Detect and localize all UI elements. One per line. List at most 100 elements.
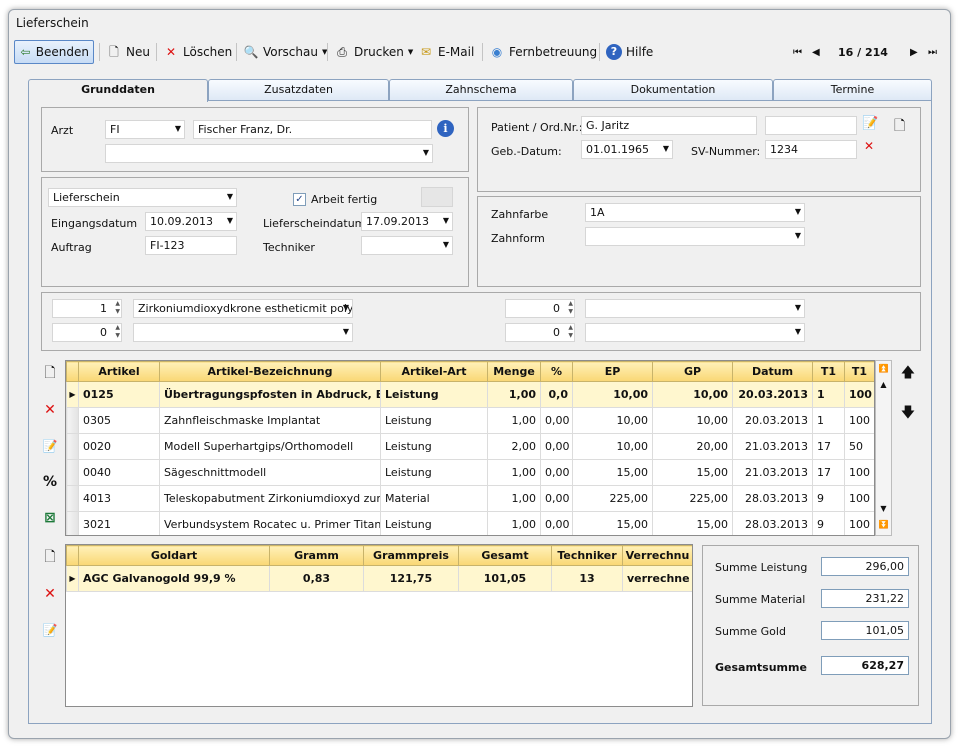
table-cell[interactable]: 28.03.2013	[732, 511, 813, 535]
zahnform-select[interactable]: ▼	[585, 227, 805, 246]
scroll-bottom-icon[interactable]: ⏬	[876, 517, 891, 533]
geb-datum-select[interactable]: 01.01.1965 ▼	[581, 140, 673, 159]
table-cell[interactable]: Sägeschnittmodell	[159, 459, 381, 486]
position-qty-stepper[interactable]: 0 ▲ ▼	[505, 299, 575, 318]
excel-export-button[interactable]: ⊠	[37, 505, 63, 531]
table-cell[interactable]: 100	[844, 459, 874, 486]
new-document-icon[interactable]: 🗋	[894, 115, 905, 139]
column-header[interactable]: %	[540, 361, 573, 382]
column-header[interactable]: Techniker	[551, 545, 623, 566]
patient-extra-field[interactable]	[765, 116, 857, 135]
row-header[interactable]	[66, 407, 79, 434]
position-item-select[interactable]: ▼	[585, 299, 805, 318]
percent-button[interactable]: %	[37, 469, 63, 495]
table-cell[interactable]: 9	[812, 511, 845, 535]
row-header[interactable]	[66, 511, 79, 535]
position-item-select[interactable]: Zirkoniumdioxydkrone estheticmit poly ▼	[133, 299, 353, 318]
sv-nummer-field[interactable]: 1234	[765, 140, 857, 159]
document-type-select[interactable]: Lieferschein ▼	[48, 188, 237, 207]
column-header[interactable]: Artikel-Bezeichnung	[159, 361, 381, 382]
column-header[interactable]: T1	[844, 361, 874, 382]
column-header[interactable]: Grammpreis	[363, 545, 459, 566]
table-cell[interactable]: 17	[812, 459, 845, 486]
table-row[interactable]: ▶ 0125 Übertragungspfosten in Abdruck, Bo L…	[66, 381, 874, 408]
next-record-button[interactable]: ▶	[910, 40, 918, 64]
position-qty-stepper[interactable]: 0 ▲ ▼	[52, 323, 122, 342]
arzt-name-field[interactable]: Fischer Franz, Dr.	[193, 120, 432, 139]
auftrag-field[interactable]: FI-123	[145, 236, 237, 255]
table-cell[interactable]: 20.03.2013	[732, 407, 813, 434]
prev-record-button[interactable]: ◀	[812, 40, 820, 64]
table-cell[interactable]: Material	[380, 485, 488, 512]
table-row[interactable]: 4013 Teleskopabutment Zirkoniumdioxyd zur…	[66, 485, 874, 512]
table-cell[interactable]: 1	[812, 407, 845, 434]
move-down-button[interactable]: 🡇	[895, 401, 921, 427]
beenden-button[interactable]: ⇦ Beenden	[14, 40, 94, 64]
move-up-button[interactable]: 🡅	[895, 361, 921, 387]
table-cell[interactable]: 0305	[78, 407, 160, 434]
hilfe-button[interactable]: ? Hilfe	[602, 40, 657, 64]
table-cell[interactable]: 225,00	[652, 485, 733, 512]
table-cell[interactable]: 10,00	[572, 381, 653, 408]
table-cell[interactable]: Übertragungspfosten in Abdruck, Bo	[159, 381, 381, 408]
tab-zusatzdaten[interactable]: Zusatzdaten	[208, 79, 389, 101]
table-cell[interactable]: 10,00	[572, 407, 653, 434]
tab-grunddaten[interactable]: Grunddaten	[28, 79, 208, 102]
table-cell[interactable]: 121,75	[363, 565, 459, 592]
table-cell[interactable]: 0,0	[540, 381, 573, 408]
table-cell[interactable]: 0020	[78, 433, 160, 460]
table-cell[interactable]: 4013	[78, 485, 160, 512]
column-header[interactable]: Verrechnu	[622, 545, 692, 566]
table-cell[interactable]: 1,00	[487, 459, 541, 486]
column-header[interactable]: Menge	[487, 361, 541, 382]
row-header[interactable]	[66, 459, 79, 486]
table-cell[interactable]: AGC Galvanogold 99,9 %	[78, 565, 270, 592]
position-item-select[interactable]: ▼	[133, 323, 353, 342]
new-row-button[interactable]: 🗋	[37, 361, 63, 387]
row-header[interactable]	[66, 433, 79, 460]
table-cell[interactable]: 10,00	[572, 433, 653, 460]
table-cell[interactable]: 100	[844, 381, 874, 408]
table-cell[interactable]: Zahnfleischmaske Implantat	[159, 407, 381, 434]
table-cell[interactable]: 1,00	[487, 381, 541, 408]
new-gold-button[interactable]: 🗋	[37, 545, 63, 571]
table-cell[interactable]: 0,00	[540, 407, 573, 434]
edit-document-icon[interactable]: 📝	[862, 116, 878, 131]
table-cell[interactable]: 2,00	[487, 433, 541, 460]
table-cell[interactable]: 28.03.2013	[732, 485, 813, 512]
table-cell[interactable]: 225,00	[572, 485, 653, 512]
table-cell[interactable]: 101,05	[458, 565, 552, 592]
table-cell[interactable]: 1,00	[487, 485, 541, 512]
table-row[interactable]: 0305 Zahnfleischmaske Implantat Leistung 1,…	[66, 407, 874, 434]
table-cell[interactable]: Leistung	[380, 433, 488, 460]
table-row[interactable]: 0020 Modell Superhartgips/Orthomodell Leis…	[66, 433, 874, 460]
table-cell[interactable]: 1,00	[487, 511, 541, 535]
table-cell[interactable]: 13	[551, 565, 623, 592]
table-cell[interactable]: Leistung	[380, 407, 488, 434]
delete-row-button[interactable]: ✕	[37, 397, 63, 423]
table-cell[interactable]: 100	[844, 407, 874, 434]
clear-icon[interactable]: ✕	[864, 139, 874, 153]
column-header[interactable]: Gramm	[269, 545, 364, 566]
column-header[interactable]: GP	[652, 361, 733, 382]
eingangsdatum-select[interactable]: 10.09.2013 ▼	[145, 212, 237, 231]
row-header[interactable]: ▶	[66, 381, 79, 408]
zahnfarbe-select[interactable]: 1A ▼	[585, 203, 805, 222]
table-cell[interactable]: 0,83	[269, 565, 364, 592]
tab-zahnschema[interactable]: Zahnschema	[389, 79, 573, 101]
table-row[interactable]: 3021 Verbundsystem Rocatec u. Primer Tita…	[66, 511, 874, 535]
table-cell[interactable]: 15,00	[652, 511, 733, 535]
tab-dokumentation[interactable]: Dokumentation	[573, 79, 773, 101]
position-qty-stepper[interactable]: 1 ▲ ▼	[52, 299, 122, 318]
last-record-button[interactable]: ⏭	[928, 40, 937, 64]
table-cell[interactable]: 10,00	[652, 407, 733, 434]
info-icon[interactable]: i	[437, 120, 454, 137]
articles-scrollbar[interactable]: ⏫ ▲ ▼ ⏬	[875, 360, 892, 536]
table-cell[interactable]: Modell Superhartgips/Orthomodell	[159, 433, 381, 460]
row-header[interactable]	[66, 485, 79, 512]
scroll-top-icon[interactable]: ⏫	[876, 361, 891, 377]
scroll-up-icon[interactable]: ▲	[876, 377, 891, 393]
table-cell[interactable]: verrechne	[622, 565, 692, 592]
table-cell[interactable]: 20,00	[652, 433, 733, 460]
column-header[interactable]: Goldart	[78, 545, 270, 566]
